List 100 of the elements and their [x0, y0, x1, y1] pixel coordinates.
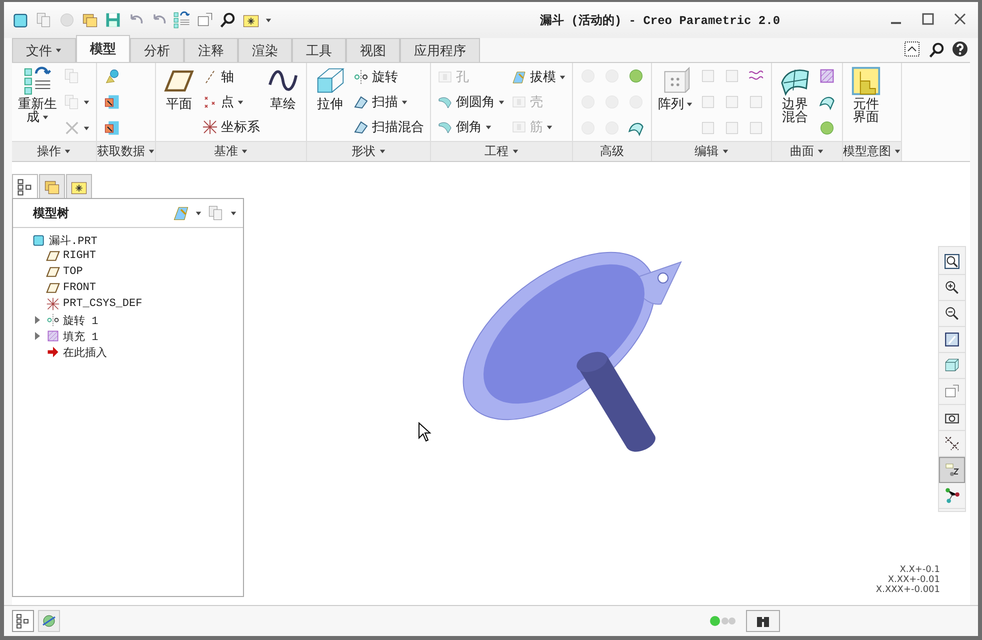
ribbon-tab[interactable]: 应用程序 [400, 38, 480, 62]
group-label[interactable]: 获取数据 [97, 141, 155, 161]
ribbon-button[interactable]: 扫描混合 [353, 116, 424, 138]
ribbon-button[interactable]: 扫描 [353, 91, 424, 113]
open-folder-icon[interactable] [81, 11, 99, 29]
ribbon-button[interactable]: 拔模 [511, 66, 566, 88]
regenerate-icon[interactable] [173, 11, 191, 29]
coordinate-system-icon [202, 119, 218, 135]
caret-icon [559, 74, 566, 80]
ribbon-button[interactable]: 边界 混合 [778, 66, 812, 124]
ribbon-tab[interactable]: 文件 [12, 38, 76, 62]
tree-item[interactable]: RIGHT [63, 250, 96, 262]
ribbon-tab[interactable]: 分析 [130, 38, 184, 62]
square-icon [723, 67, 741, 85]
tolerance-text: X.XXX+-0.001 [876, 585, 940, 595]
ribbon-button[interactable]: 点 [202, 91, 260, 113]
ribbon-tab[interactable]: 工具 [292, 38, 346, 62]
caret-icon [195, 210, 202, 216]
windows-icon[interactable] [196, 11, 214, 29]
group-label[interactable]: 操作 [12, 141, 96, 161]
tree-item[interactable]: 在此插入 [63, 344, 107, 360]
ribbon-button[interactable]: 重新生 成 [18, 66, 57, 124]
sphere-icon [818, 119, 836, 137]
collapse-icon[interactable] [904, 41, 922, 59]
tree-item[interactable]: 漏斗.PRT [49, 232, 98, 248]
ribbon-button[interactable]: 元件 界面 [849, 66, 883, 124]
tools-icon[interactable] [172, 204, 190, 222]
ribbon-button[interactable]: 阵列 [658, 66, 693, 111]
caret-icon [401, 98, 408, 106]
panel-tab[interactable] [66, 174, 92, 198]
ribbon-button[interactable]: 草绘 [266, 66, 300, 111]
caret-icon [265, 16, 272, 24]
save-icon[interactable] [104, 11, 122, 29]
ribbon-button[interactable]: 拉伸 [313, 66, 347, 111]
caret-icon [237, 98, 244, 106]
square-icon [747, 119, 765, 137]
caret-icon [485, 124, 492, 130]
group-label[interactable]: 曲面 [772, 141, 842, 161]
ribbon-button[interactable]: 倒角 [437, 116, 505, 138]
globe-icon[interactable] [38, 610, 60, 632]
search-icon[interactable] [219, 11, 237, 29]
delete-icon [63, 119, 81, 137]
tree-item[interactable]: PRT_CSYS_DEF [63, 298, 142, 310]
paste-icon [63, 93, 81, 111]
regenerate-icon [22, 66, 52, 96]
new-file-icon[interactable] [35, 11, 53, 29]
import-icon [103, 93, 121, 111]
tree-item[interactable]: TOP [63, 266, 83, 278]
tolerance-text: X.XX+-0.01 [888, 575, 940, 585]
tree-icon[interactable] [12, 610, 34, 632]
puzzle-icon [851, 66, 881, 96]
ribbon-tab[interactable]: 视图 [346, 38, 400, 62]
caret-icon [512, 148, 518, 155]
mouse-cursor-icon [418, 422, 432, 442]
shapes-icon [103, 67, 121, 85]
caret-icon [83, 124, 90, 132]
search-icon[interactable] [928, 41, 946, 59]
binoculars-icon[interactable] [746, 610, 780, 632]
annotation-icon[interactable] [939, 457, 965, 483]
caret-icon [378, 148, 386, 155]
app-logo-icon [12, 11, 30, 29]
hole-icon [437, 69, 453, 85]
group-label[interactable]: 形状 [307, 141, 430, 161]
ribbon-tab[interactable]: 注释 [184, 38, 238, 62]
caret-icon [83, 98, 90, 106]
part-icon [32, 233, 46, 247]
revolve-icon [353, 69, 369, 85]
hatched-square-icon [818, 67, 836, 85]
caret-icon [55, 47, 62, 54]
ribbon-button[interactable]: 轴 [202, 66, 260, 88]
copy-icon [63, 67, 81, 85]
group-label[interactable]: 工程 [431, 141, 572, 161]
caret-icon [546, 124, 553, 130]
caret-icon [64, 148, 71, 155]
tree-item[interactable]: FRONT [63, 282, 96, 294]
help-icon[interactable] [952, 41, 970, 59]
panel-tab[interactable] [12, 174, 38, 198]
plane-icon [46, 265, 60, 279]
square-icon [747, 93, 765, 111]
ribbon-tab[interactable]: 模型 [76, 35, 130, 62]
caret-icon [894, 148, 901, 155]
hole-icon [511, 119, 527, 135]
import-icon [103, 119, 121, 137]
panel-tab[interactable] [39, 174, 65, 198]
ribbon-button[interactable]: 倒圆角 [437, 91, 505, 113]
square-icon [723, 119, 741, 137]
ribbon-tab[interactable]: 渲染 [238, 38, 292, 62]
group-label[interactable]: 编辑 [652, 141, 771, 161]
coordinate-system-icon [46, 297, 60, 311]
ribbon-button[interactable]: 平面 [162, 66, 196, 111]
square-icon [723, 93, 741, 111]
group-label[interactable]: 模型意图 [843, 141, 901, 161]
tree-item[interactable]: 填充 1 [63, 328, 98, 344]
group-label[interactable]: 基准 [156, 141, 306, 161]
plane-icon [46, 249, 60, 263]
ribbon-button[interactable]: 旋转 [353, 66, 424, 88]
list-settings-icon[interactable] [207, 204, 225, 222]
square-icon [699, 93, 717, 111]
ribbon-button[interactable]: 坐标系 [202, 116, 260, 138]
tree-item[interactable]: 旋转 1 [63, 312, 98, 328]
